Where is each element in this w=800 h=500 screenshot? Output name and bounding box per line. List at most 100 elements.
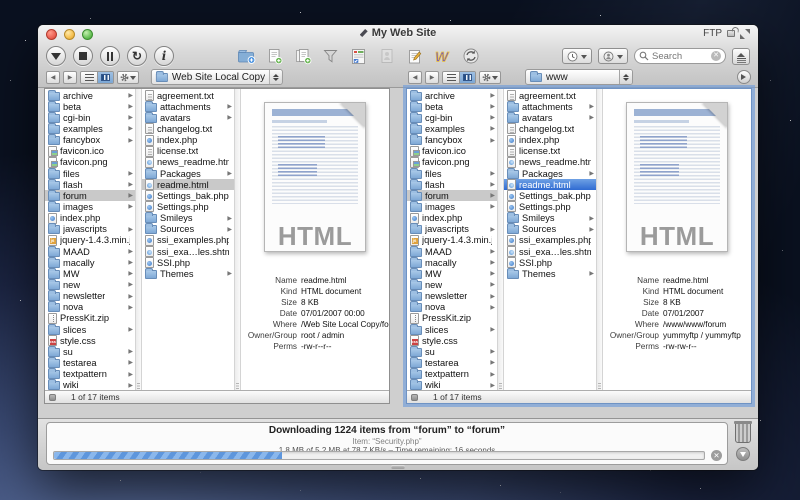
file-row[interactable]: macally▶	[407, 257, 497, 268]
file-row[interactable]: ssi_examples.php	[142, 235, 234, 246]
file-row[interactable]: jquery-1.4.3.min.js	[407, 235, 497, 246]
file-row[interactable]: images▶	[45, 201, 135, 212]
file-row[interactable]: PressKit.zip	[45, 313, 135, 324]
file-row[interactable]: newsletter▶	[407, 291, 497, 302]
file-row[interactable]: newsletter▶	[45, 291, 135, 302]
trash-icon[interactable]	[735, 423, 751, 443]
tasks-button[interactable]	[349, 48, 368, 65]
column-scrollbar[interactable]	[497, 89, 504, 390]
file-row[interactable]: news_readme.html	[142, 157, 234, 168]
file-row[interactable]: favicon.ico	[45, 146, 135, 157]
file-row[interactable]: flash▶	[407, 179, 497, 190]
file-row[interactable]: MAAD▶	[407, 246, 497, 257]
file-row[interactable]: readme.html	[142, 179, 234, 190]
file-row[interactable]: index.php	[142, 135, 234, 146]
location-stepper[interactable]	[269, 70, 282, 84]
file-row[interactable]: MAAD▶	[45, 246, 135, 257]
back-button[interactable]: ◀	[408, 71, 422, 84]
app-button[interactable]: W	[433, 48, 452, 65]
file-row[interactable]: Packages▶	[504, 168, 596, 179]
column-scrollbar[interactable]	[596, 89, 603, 390]
forward-button[interactable]: ▶	[425, 71, 439, 84]
file-row[interactable]: ssi_examples.php	[504, 235, 596, 246]
pause-button[interactable]	[100, 46, 120, 66]
file-row[interactable]: slices▶	[407, 324, 497, 335]
file-row[interactable]: changelog.txt	[142, 123, 234, 134]
title-bar[interactable]: My Web Site FTP	[38, 25, 758, 43]
file-row[interactable]: Sources▶	[142, 224, 234, 235]
location-stepper[interactable]	[619, 70, 632, 84]
file-row[interactable]: index.php	[407, 213, 497, 224]
file-row[interactable]: textpattern▶	[45, 369, 135, 380]
reveal-queue-button[interactable]	[736, 447, 750, 461]
file-row[interactable]: MW▶	[45, 268, 135, 279]
transfer-queue-item[interactable]: Downloading 1224 items from “forum” to “…	[46, 422, 728, 465]
file-row[interactable]: flash▶	[45, 179, 135, 190]
file-row[interactable]: macally▶	[45, 257, 135, 268]
file-row[interactable]: cgi-bin▶	[407, 112, 497, 123]
file-row[interactable]: agreement.txt	[142, 90, 234, 101]
search-field[interactable]: ✕	[634, 48, 726, 64]
file-row[interactable]: style.css	[45, 335, 135, 346]
duplicate-button[interactable]	[293, 48, 312, 65]
file-row[interactable]: Smileys▶	[142, 213, 234, 224]
file-row[interactable]: agreement.txt	[504, 90, 596, 101]
action-menu-button[interactable]	[479, 71, 501, 84]
info-button[interactable]: i	[154, 46, 174, 66]
history-menu-button[interactable]	[562, 48, 592, 64]
file-row[interactable]: index.php	[45, 213, 135, 224]
file-row[interactable]: ssi_exa…les.shtml	[504, 246, 596, 257]
file-row[interactable]: archive▶	[45, 90, 135, 101]
file-row[interactable]: SSI.php	[504, 257, 596, 268]
permissions-button[interactable]	[377, 48, 396, 65]
file-row[interactable]: javascripts▶	[45, 224, 135, 235]
file-row[interactable]: beta▶	[407, 101, 497, 112]
file-row[interactable]: examples▶	[407, 123, 497, 134]
stop-button[interactable]	[73, 46, 93, 66]
file-row[interactable]: index.php	[504, 135, 596, 146]
remote-location-select[interactable]: www	[525, 69, 633, 85]
download-button[interactable]	[46, 46, 66, 66]
file-row[interactable]: archive▶	[407, 90, 497, 101]
action-menu-button[interactable]	[117, 71, 139, 84]
file-row[interactable]: examples▶	[45, 123, 135, 134]
file-row[interactable]: nova▶	[407, 302, 497, 313]
column-view-button[interactable]	[97, 72, 113, 83]
clear-search-icon[interactable]: ✕	[711, 51, 721, 61]
file-row[interactable]: slices▶	[45, 324, 135, 335]
file-row[interactable]: files▶	[45, 168, 135, 179]
file-row[interactable]: images▶	[407, 201, 497, 212]
file-row[interactable]: fancybox▶	[407, 135, 497, 146]
new-folder-button[interactable]	[237, 48, 256, 65]
panel-resize-grip[interactable]	[391, 465, 405, 469]
file-row[interactable]: attachments▶	[142, 101, 234, 112]
file-row[interactable]: avatars▶	[142, 112, 234, 123]
column-scrollbar[interactable]	[135, 89, 142, 390]
file-row[interactable]: favicon.png	[45, 157, 135, 168]
go-button[interactable]	[737, 70, 751, 84]
file-row[interactable]: textpattern▶	[407, 369, 497, 380]
file-row[interactable]: Settings.php	[142, 201, 234, 212]
file-row[interactable]: Settings.php	[504, 201, 596, 212]
file-row[interactable]: PressKit.zip	[407, 313, 497, 324]
file-row[interactable]: Packages▶	[142, 168, 234, 179]
search-input[interactable]	[652, 51, 704, 62]
file-row[interactable]: beta▶	[45, 101, 135, 112]
file-row[interactable]: Settings_bak.php	[142, 190, 234, 201]
filter-button[interactable]	[321, 48, 340, 65]
file-row[interactable]: license.txt	[142, 146, 234, 157]
file-row[interactable]: Smileys▶	[504, 213, 596, 224]
file-row[interactable]: SSI.php	[142, 257, 234, 268]
file-row[interactable]: forum▶	[407, 190, 497, 201]
file-row[interactable]: ssi_exa…les.shtml	[142, 246, 234, 257]
sync-button[interactable]	[461, 48, 480, 65]
list-view-button[interactable]	[443, 72, 459, 83]
back-button[interactable]: ◀	[46, 71, 60, 84]
file-row[interactable]: Sources▶	[504, 224, 596, 235]
file-row[interactable]: cgi-bin▶	[45, 112, 135, 123]
file-row[interactable]: wiki▶	[407, 380, 497, 390]
file-row[interactable]: changelog.txt	[504, 123, 596, 134]
file-row[interactable]: Themes▶	[142, 268, 234, 279]
forward-button[interactable]: ▶	[63, 71, 77, 84]
file-row[interactable]: favicon.png	[407, 157, 497, 168]
